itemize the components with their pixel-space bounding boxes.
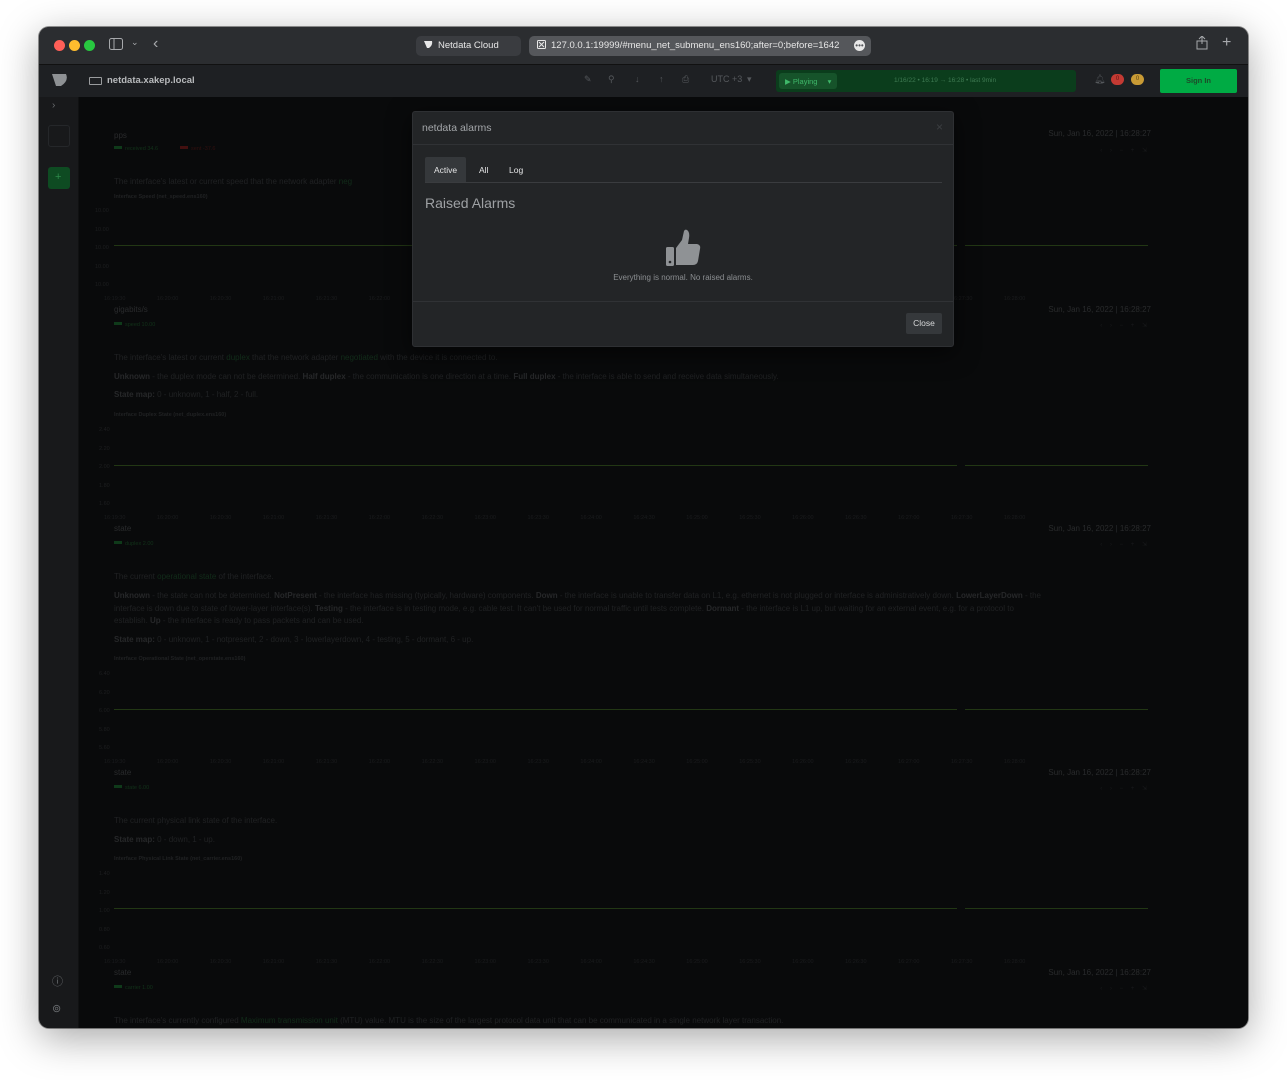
add-space-button[interactable]: + [48,167,70,189]
close-window-button[interactable] [54,40,65,51]
more-icon[interactable]: ••• [854,40,865,51]
warning-alarm-badge[interactable]: 0 [1131,74,1144,85]
modal-footer-divider [413,301,953,302]
tab-netdata-cloud[interactable]: Netdata Cloud [416,36,521,56]
sign-in-button[interactable]: Sign In [1160,69,1237,93]
upload-icon[interactable]: ↑ [659,74,664,84]
back-arrow-icon[interactable]: ‹ [153,35,158,53]
plus-icon: + [55,171,62,183]
timezone-select[interactable]: UTC +3 [711,74,742,84]
tab-address[interactable]: 127.0.0.1:19999/#menu_net_submenu_ens160… [529,36,871,56]
no-alarms-message: Everything is normal. No raised alarms. [613,273,753,282]
print-icon[interactable]: ⎙ [682,74,689,85]
modal-header: netdata alarms × [413,112,953,145]
netdata-logo-icon [424,40,433,49]
space-button[interactable] [48,125,70,147]
new-tab-icon[interactable]: + [1222,34,1231,52]
minimize-window-button[interactable] [69,40,80,51]
playing-label: Playing [792,77,818,86]
tab-label: Netdata Cloud [438,40,499,51]
modal-title: netdata alarms [422,122,492,134]
netdata-header: netdata.xakep.local ✎ ⚲ ↓ ↑ ⎙ UTC +3 ▾ ▶… [39,65,1248,97]
tab-log[interactable]: Log [500,157,532,182]
netdata-logo-icon[interactable] [52,73,68,92]
thumbs-up-icon [663,228,703,273]
browser-titlebar: ⌄ ‹ Netdata Cloud 127.0.0.1:19999/#menu_… [39,27,1248,65]
sidebar-toggle-icon[interactable] [109,38,123,53]
tab-active[interactable]: Active [425,157,467,182]
tab-all[interactable]: All [470,157,497,182]
close-icon[interactable]: × [936,120,943,134]
alarms-modal: netdata alarms × Active All Log Raised A… [412,111,954,347]
download-icon[interactable]: ↓ [635,74,640,84]
critical-alarm-badge[interactable]: 0 [1111,74,1124,85]
close-button[interactable]: Close [906,313,942,334]
date-range: 1/16/22 • 16:19 → 16:28 • last 9min [894,77,997,84]
playing-button[interactable]: ▶ Playing ▾ [779,73,837,89]
chevron-down-icon[interactable]: ⌄ [131,37,139,48]
page-icon [537,40,546,49]
bell-icon[interactable]: 🔔︎ [1094,74,1105,85]
address-url[interactable]: 127.0.0.1:19999/#menu_net_submenu_ens160… [551,40,839,51]
expand-chevron-icon[interactable]: › [52,100,55,111]
edit-icon[interactable]: ✎ [584,74,592,85]
host-name[interactable]: netdata.xakep.local [107,75,195,86]
chevron-down-icon: ▾ [747,74,752,84]
left-sidebar: › + ⓘ ⊚ ⚇ [39,97,79,1028]
host-icon [89,77,102,85]
help-icon[interactable]: ⓘ [52,973,63,989]
share-icon[interactable] [1196,35,1208,53]
tab-divider [425,182,942,183]
pin-icon[interactable]: ⚲ [608,74,615,85]
date-picker[interactable]: ▶ Playing ▾ 1/16/22 • 16:19 → 16:28 • la… [776,70,1076,92]
maximize-window-button[interactable] [84,40,95,51]
raised-alarms-heading: Raised Alarms [425,195,516,211]
settings-icon[interactable]: ⊚ [52,1002,61,1015]
browser-window: ⌄ ‹ Netdata Cloud 127.0.0.1:19999/#menu_… [39,27,1248,1028]
dashboard-content: pps Sun, Jan 16, 2022 | 16:28:27 receive… [79,97,1248,1028]
